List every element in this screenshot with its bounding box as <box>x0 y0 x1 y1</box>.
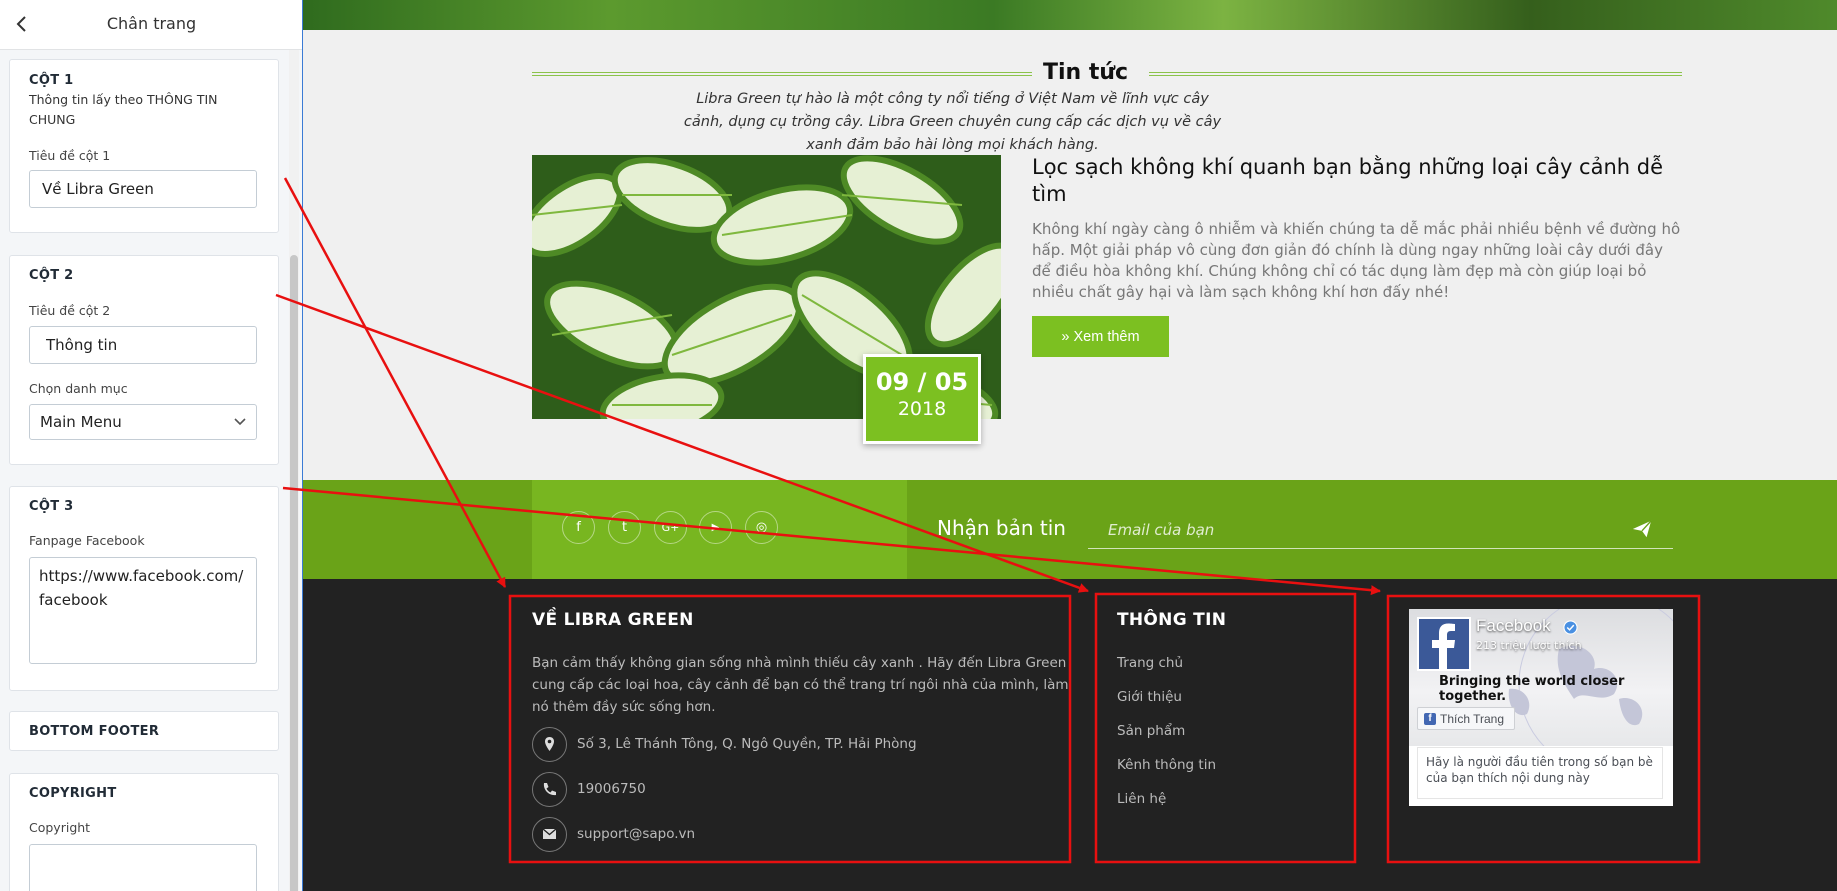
facebook-like-count: 213 triệu lượt thích <box>1476 639 1582 652</box>
send-icon[interactable] <box>1629 518 1655 540</box>
copyright-card: COPYRIGHT Copyright <box>9 773 279 891</box>
info-title: THÔNG TIN <box>1117 610 1227 630</box>
column-2-card: CỘT 2 Tiêu đề cột 2 Chọn danh mục Main M… <box>9 255 279 465</box>
instagram-icon[interactable]: ◎ <box>745 511 778 544</box>
article-excerpt: Không khí ngày càng ô nhiễm và khiến chú… <box>1032 220 1681 301</box>
menu-select-value: Main Menu <box>40 413 122 431</box>
copyright-title: COPYRIGHT <box>29 786 117 801</box>
column-2-select-label: Chọn danh mục <box>29 381 128 396</box>
fanpage-url-textarea[interactable]: https://www.facebook.com/facebook <box>29 557 257 664</box>
menu-select[interactable]: Main Menu <box>29 404 257 440</box>
footer-link-contact[interactable]: Liên hệ <box>1117 791 1166 807</box>
envelope-icon <box>532 817 567 852</box>
column-3-field-label: Fanpage Facebook <box>29 533 145 548</box>
column-1-title: CỘT 1 <box>29 73 74 88</box>
editor-title: Chân trang <box>106 14 197 33</box>
title-divider-right <box>1149 72 1682 76</box>
site-preview: Tin tức Libra Green tự hào là một công t… <box>303 0 1837 891</box>
bottom-footer-card[interactable]: BOTTOM FOOTER <box>9 711 279 751</box>
column-2-field-label: Tiêu đề cột 2 <box>29 303 111 318</box>
footer-link-news[interactable]: Kênh thông tin <box>1117 757 1216 773</box>
column-3-card: CỘT 3 Fanpage Facebook https://www.faceb… <box>9 486 279 691</box>
like-page-label: Thích Trang <box>1440 712 1505 726</box>
chevron-down-icon <box>234 418 246 426</box>
editor-header: Chân trang <box>0 0 303 50</box>
column-1-card: CỘT 1 Thông tin lấy theo THÔNG TIN CHUNG… <box>9 59 279 233</box>
newsletter-email-input[interactable] <box>1088 511 1673 549</box>
read-more-button[interactable]: » Xem thêm <box>1032 316 1169 357</box>
like-page-button[interactable]: f Thích Trang <box>1417 707 1515 730</box>
facebook-slogan: Bringing the world closer together. <box>1439 674 1625 704</box>
date-day-month: 09 / 05 <box>875 368 969 396</box>
newsletter-label: Nhận bản tin <box>937 516 1066 540</box>
location-icon <box>532 727 567 762</box>
facebook-friends-text: Hãy là người đầu tiên trong số bạn bè củ… <box>1417 747 1663 799</box>
footer-link-about[interactable]: Giới thiệu <box>1117 689 1182 705</box>
column-1-note: Thông tin lấy theo THÔNG TIN CHUNG <box>29 92 218 127</box>
phone-text: 19006750 <box>577 781 646 797</box>
copyright-field-label: Copyright <box>29 820 91 835</box>
footer-link-home[interactable]: Trang chủ <box>1117 655 1183 671</box>
facebook-icon[interactable]: f <box>562 511 595 544</box>
copyright-textarea[interactable] <box>29 844 257 891</box>
twitter-icon[interactable]: t <box>608 511 641 544</box>
youtube-icon[interactable]: ▶ <box>699 511 732 544</box>
date-year: 2018 <box>897 398 947 420</box>
bottom-footer-title: BOTTOM FOOTER <box>29 724 160 739</box>
column-1-field-label: Tiêu đề cột 1 <box>29 148 111 163</box>
phone-icon <box>532 772 567 807</box>
news-description: Libra Green tự hào là một công ty nổi ti… <box>683 91 1222 153</box>
news-title: Tin tức <box>1043 60 1129 85</box>
column-3-title: CỘT 3 <box>29 499 74 514</box>
facebook-page-name[interactable]: Facebook <box>1476 616 1551 636</box>
about-title: VỀ LIBRA GREEN <box>532 610 694 630</box>
about-text: Bạn cảm thấy không gian sống nhà mình th… <box>532 655 1069 715</box>
news-section: Tin tức Libra Green tự hào là một công t… <box>303 30 1837 480</box>
title-divider-left <box>532 72 1032 76</box>
address-text: Số 3, Lê Thánh Tông, Q. Ngô Quyền, TP. H… <box>577 736 917 752</box>
article-title[interactable]: Lọc sạch không khí quanh bạn bằng những … <box>1032 154 1682 208</box>
facebook-small-icon: f <box>1424 713 1436 725</box>
theme-editor-panel: Chân trang CỘT 1 Thông tin lấy theo THÔN… <box>0 0 303 891</box>
hero-image-strip <box>303 0 1837 30</box>
google-plus-icon[interactable]: G+ <box>654 511 687 544</box>
column-2-title: CỘT 2 <box>29 268 74 283</box>
email-text[interactable]: support@sapo.vn <box>577 826 695 842</box>
verified-badge-icon <box>1563 620 1578 635</box>
scrollbar-thumb[interactable] <box>290 255 298 891</box>
footer-link-products[interactable]: Sản phẩm <box>1117 723 1185 739</box>
column-2-title-input[interactable] <box>29 326 257 364</box>
facebook-page-widget[interactable]: Facebook 213 triệu lượt thích Bringing t… <box>1409 609 1673 806</box>
date-badge: 09 / 05 2018 <box>863 354 981 444</box>
facebook-logo-icon[interactable] <box>1417 617 1471 671</box>
column-1-title-input[interactable] <box>29 170 257 208</box>
